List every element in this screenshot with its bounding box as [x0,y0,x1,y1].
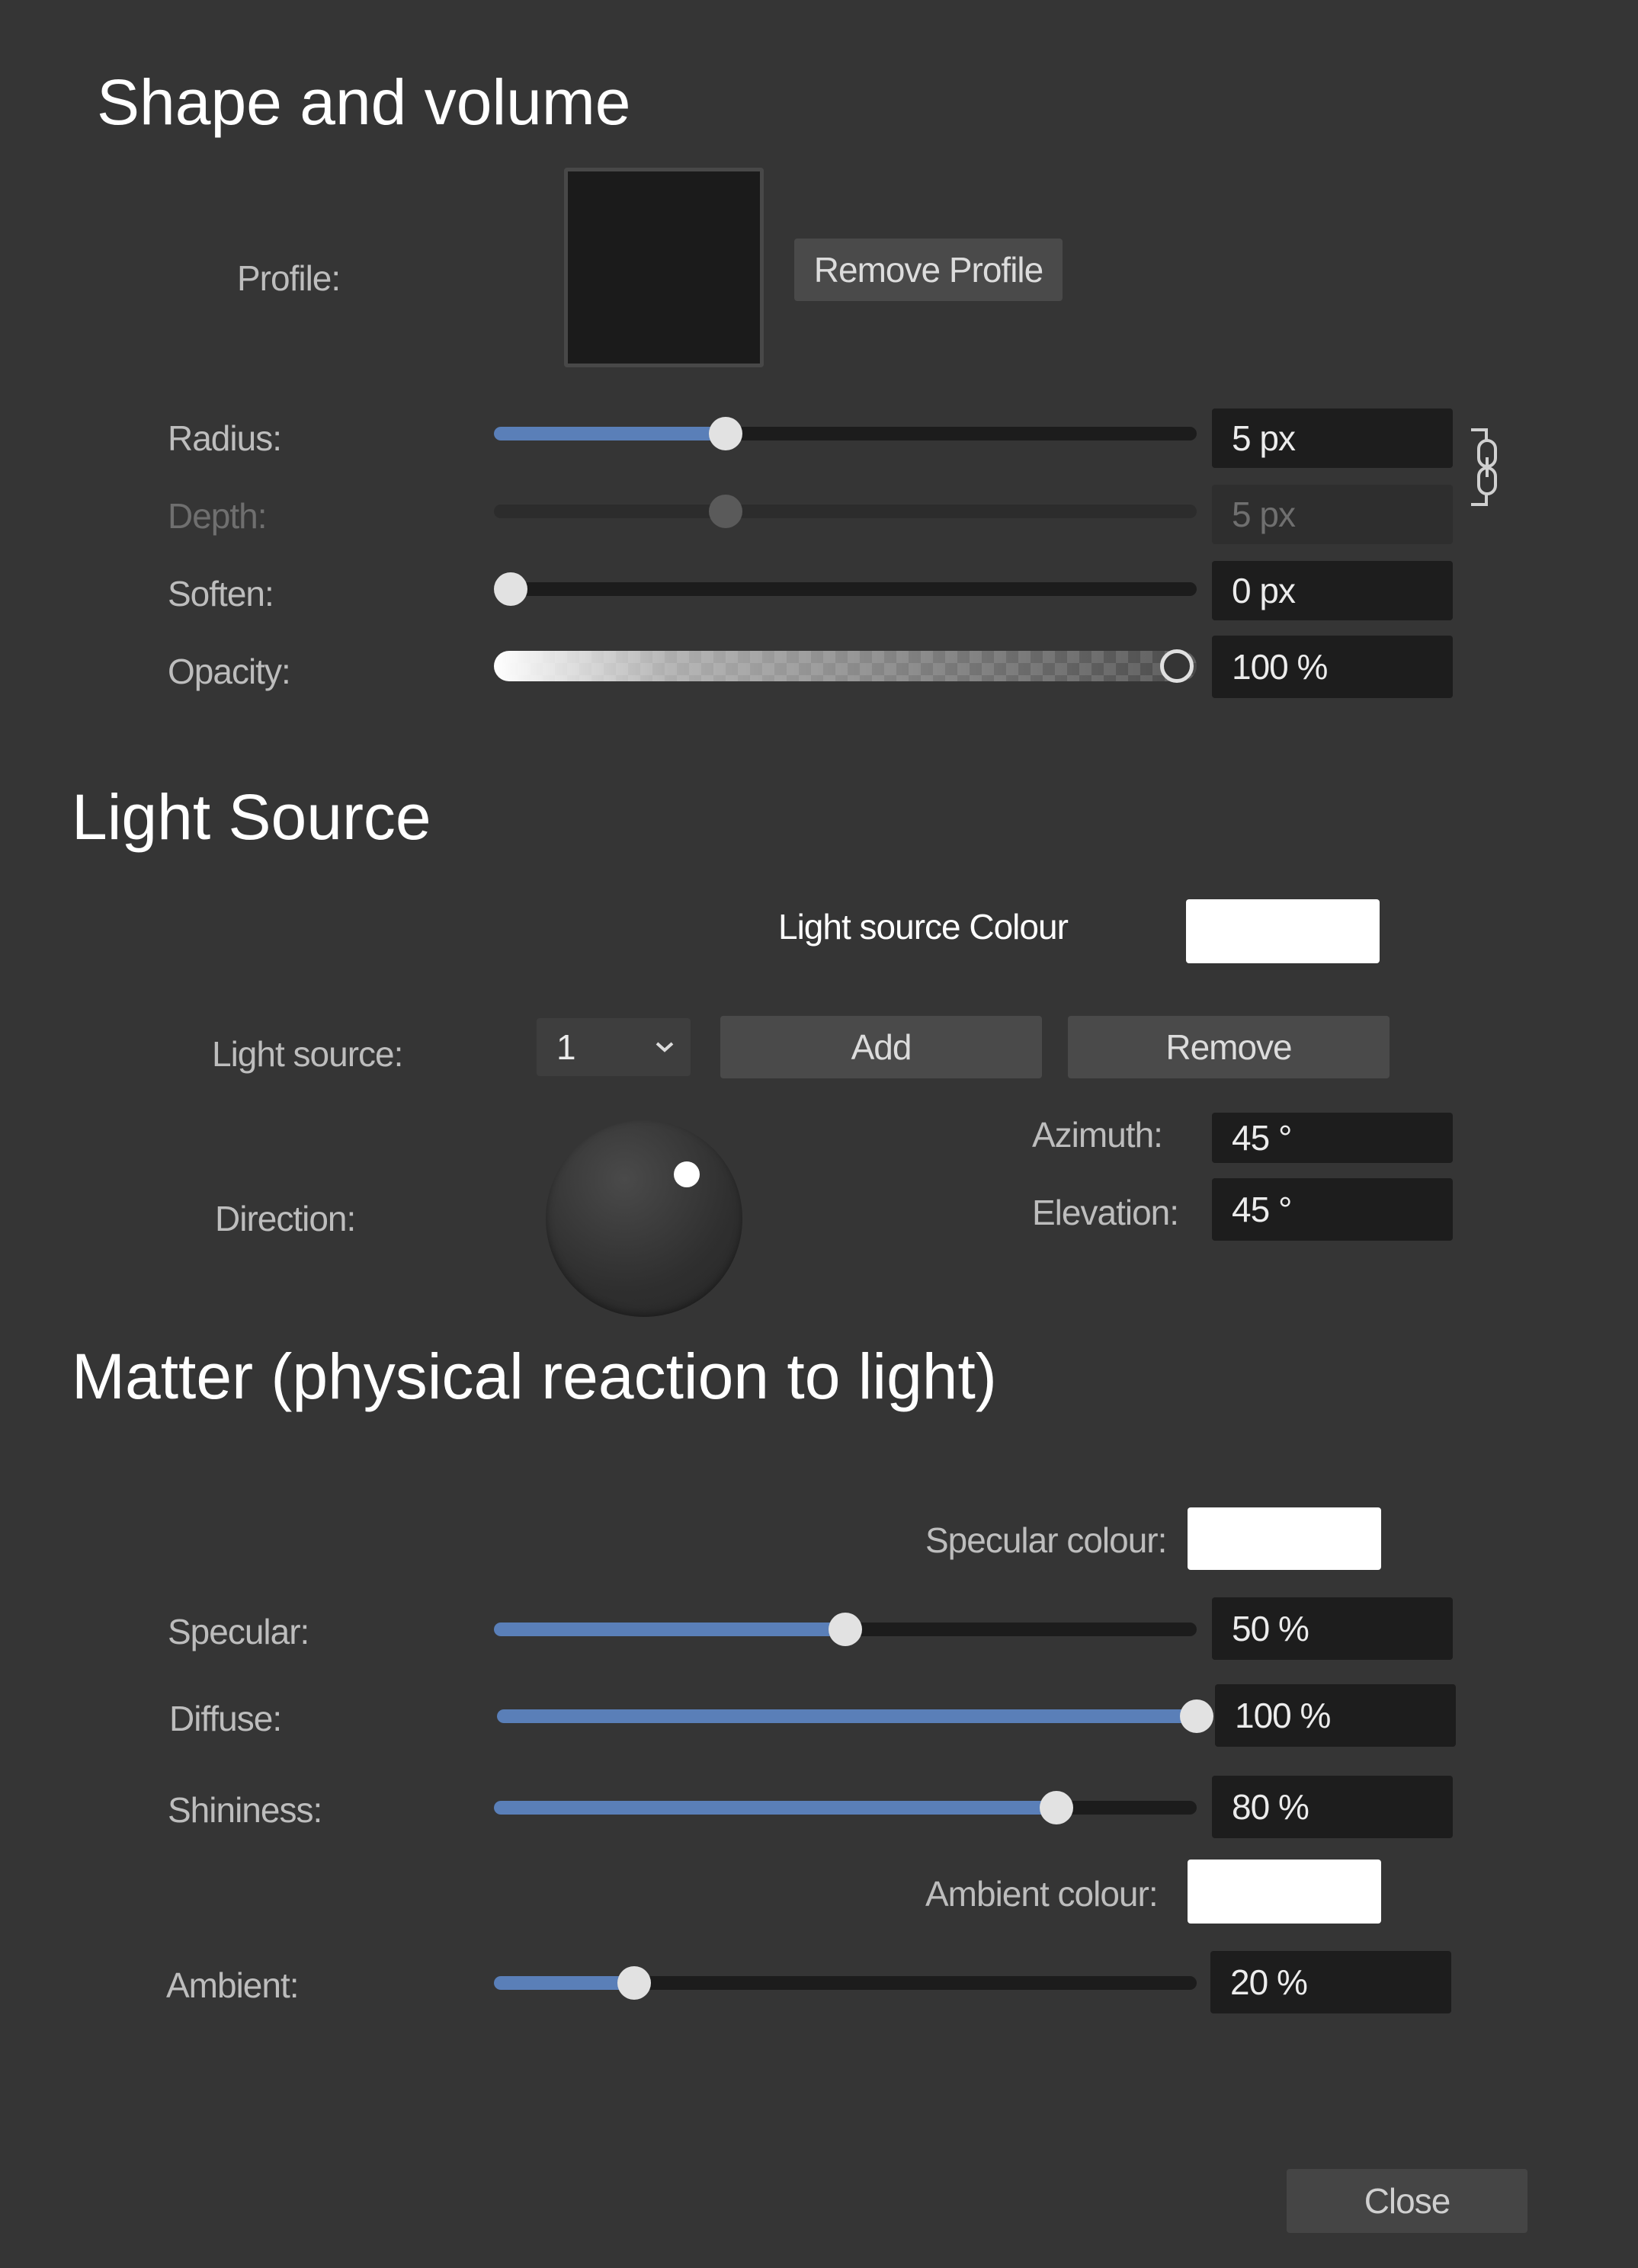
diffuse-label: Diffuse: [169,1699,282,1738]
direction-dial[interactable] [546,1120,742,1317]
radius-slider-fill [494,427,726,440]
opacity-input[interactable]: 100 % [1212,636,1453,698]
chevron-down-icon [656,1042,674,1052]
add-light-button[interactable]: Add [720,1016,1042,1078]
opacity-slider[interactable] [494,651,1197,681]
ambient-slider-thumb[interactable] [617,1966,652,2000]
light-colour-swatch[interactable] [1186,899,1380,963]
shininess-slider-fill [494,1801,1056,1815]
profile-preview[interactable] [564,168,764,367]
ambient-colour-label: Ambient colour: [925,1874,1159,1914]
elevation-label: Elevation: [1032,1193,1179,1232]
specular-slider[interactable] [494,1613,1197,1646]
specular-slider-fill [494,1623,845,1636]
radius-label: Radius: [168,418,282,458]
light-colour-label: Light source Colour [778,907,1069,947]
ambient-label: Ambient: [166,1965,300,2005]
section-title-matter: Matter (physical reaction to light) [72,1341,997,1412]
shininess-slider-thumb[interactable] [1039,1791,1073,1824]
light-source-dropdown[interactable]: 1 [537,1018,691,1076]
light-source-label: Light source: [212,1034,403,1074]
shininess-label: Shininess: [168,1790,322,1830]
remove-profile-button[interactable]: Remove Profile [794,239,1063,301]
ambient-slider[interactable] [494,1966,1197,2000]
diffuse-slider-thumb[interactable] [1180,1699,1213,1733]
specular-colour-swatch[interactable] [1188,1507,1381,1570]
specular-colour-label: Specular colour: [925,1520,1167,1560]
direction-label: Direction: [215,1199,356,1238]
azimuth-label: Azimuth: [1032,1115,1163,1155]
opacity-slider-thumb[interactable] [1160,649,1194,683]
specular-label: Specular: [168,1612,309,1651]
shininess-slider[interactable] [494,1791,1197,1824]
soften-label: Soften: [168,574,274,613]
light-source-value: 1 [556,1027,576,1067]
ambient-input[interactable]: 20 % [1210,1951,1451,2013]
diffuse-input[interactable]: 100 % [1215,1684,1456,1747]
radius-input[interactable]: 5 px [1212,408,1453,468]
shininess-input[interactable]: 80 % [1212,1776,1453,1838]
close-button[interactable]: Close [1287,2169,1527,2233]
section-title-shape: Shape and volume [97,66,631,138]
ambient-colour-swatch[interactable] [1188,1860,1381,1924]
depth-input[interactable]: 5 px [1212,485,1453,544]
diffuse-slider-fill [497,1709,1197,1723]
elevation-input[interactable]: 45 ° [1212,1178,1453,1241]
soften-slider-thumb[interactable] [494,572,527,606]
diffuse-slider[interactable] [497,1699,1213,1733]
profile-label: Profile: [237,258,341,298]
specular-input[interactable]: 50 % [1212,1597,1453,1660]
specular-slider-thumb[interactable] [829,1613,862,1646]
soften-input[interactable]: 0 px [1212,561,1453,620]
radius-slider-thumb[interactable] [709,417,743,450]
depth-slider[interactable] [494,495,1197,528]
depth-label: Depth: [168,496,268,536]
radius-slider[interactable] [494,417,1197,450]
chain-link-icon[interactable] [1470,427,1500,508]
direction-handle[interactable] [674,1161,700,1187]
azimuth-input[interactable]: 45 ° [1212,1113,1453,1163]
section-title-light: Light Source [72,781,431,853]
opacity-label: Opacity: [168,652,291,691]
ambient-slider-fill [494,1976,635,1990]
soften-slider[interactable] [494,572,1197,606]
remove-light-button[interactable]: Remove [1068,1016,1390,1078]
depth-slider-thumb[interactable] [709,495,743,528]
